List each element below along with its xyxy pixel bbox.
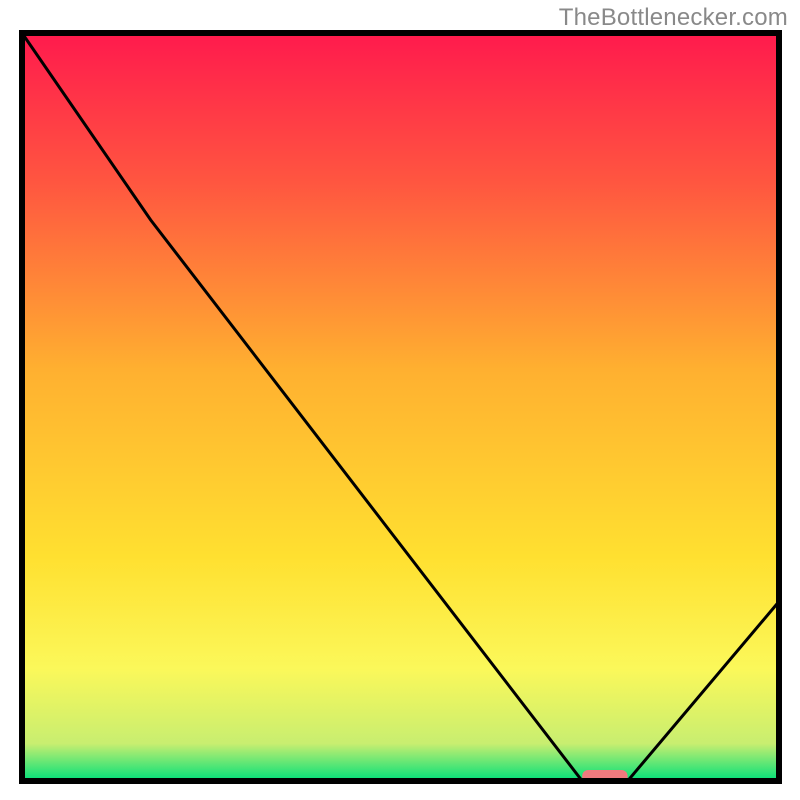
chart-container: TheBottlenecker.com (0, 0, 800, 800)
bottleneck-chart (0, 0, 800, 800)
plot-background (22, 33, 779, 781)
